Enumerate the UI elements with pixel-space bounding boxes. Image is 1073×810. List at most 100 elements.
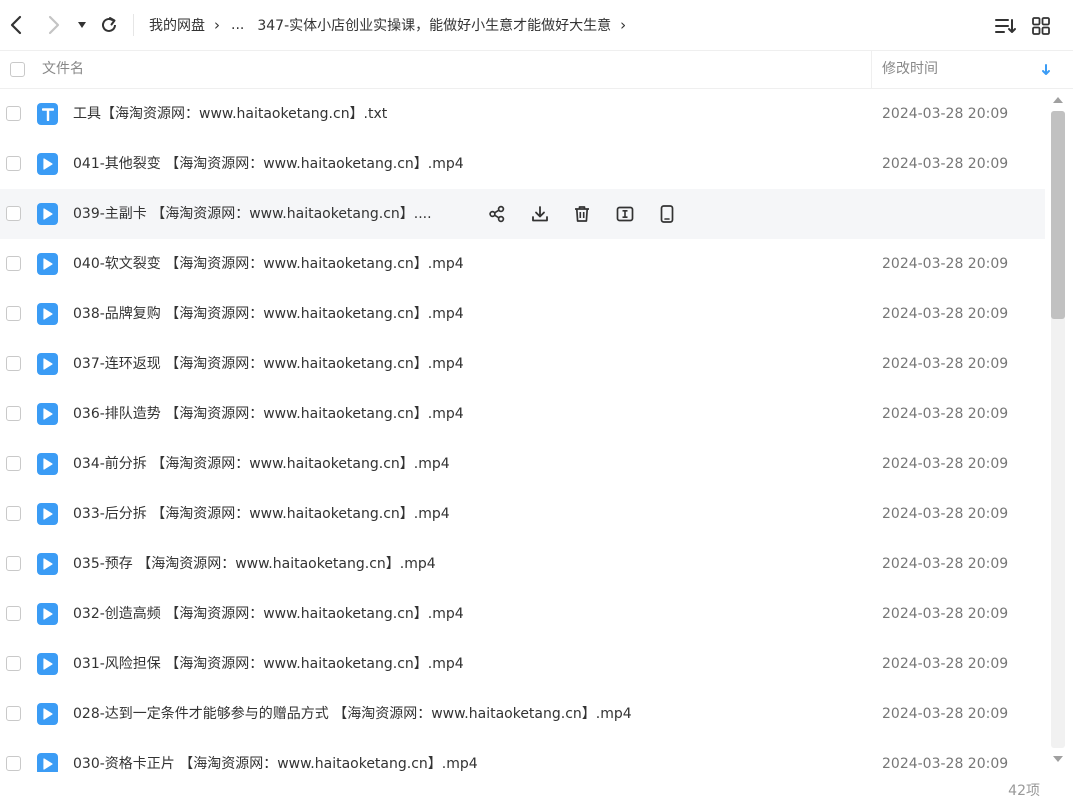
- select-all-checkbox[interactable]: [10, 62, 25, 77]
- file-name[interactable]: 028-达到一定条件才能够参与的赠品方式 【海淘资源网：www.haitaoke…: [73, 689, 632, 739]
- breadcrumb-separator-icon: ›: [620, 16, 627, 34]
- row-checkbox[interactable]: [6, 506, 21, 521]
- toolbar-divider: [133, 14, 134, 36]
- status-bar: 42项: [0, 772, 1073, 810]
- file-row[interactable]: 040-软文裂变 【海淘资源网：www.haitaoketang.cn】.mp4…: [0, 239, 1045, 289]
- file-list: 工具【海淘资源网：www.haitaoketang.cn】.txt 2024-03…: [0, 89, 1045, 772]
- file-modified-time: 2024-03-28 20:09: [882, 306, 1009, 322]
- forward-icon[interactable]: [42, 13, 66, 37]
- rename-icon[interactable]: [614, 203, 636, 225]
- video-file-icon: [37, 553, 58, 575]
- file-name[interactable]: 033-后分拆 【海淘资源网：www.haitaoketang.cn】.mp4: [73, 489, 450, 539]
- back-icon[interactable]: [4, 13, 28, 37]
- file-modified-time: 2024-03-28 20:09: [882, 656, 1009, 672]
- file-name[interactable]: 031-风险担保 【海淘资源网：www.haitaoketang.cn】.mp4: [73, 639, 464, 689]
- video-file-icon: [37, 203, 58, 225]
- file-row[interactable]: 035-预存 【海淘资源网：www.haitaoketang.cn】.mp4 20…: [0, 539, 1045, 589]
- file-modified-time: 2024-03-28 20:09: [882, 756, 1009, 772]
- download-icon[interactable]: [529, 203, 551, 225]
- row-checkbox[interactable]: [6, 106, 21, 121]
- sort-descending-icon[interactable]: [1039, 62, 1053, 76]
- file-modified-time: 2024-03-28 20:09: [882, 556, 1009, 572]
- file-name[interactable]: 037-连环返现 【海淘资源网：www.haitaoketang.cn】.mp4: [73, 339, 464, 389]
- breadcrumb-current-folder[interactable]: 347-实体小店创业实操课，能做好小生意才能做好大生意: [257, 15, 611, 35]
- video-file-icon: [37, 453, 58, 475]
- video-file-icon: [37, 703, 58, 725]
- file-name[interactable]: 035-预存 【海淘资源网：www.haitaoketang.cn】.mp4: [73, 539, 436, 589]
- file-row[interactable]: 039-主副卡 【海淘资源网：www.haitaoketang.cn】....: [0, 189, 1045, 239]
- video-file-icon: [37, 253, 58, 275]
- file-row[interactable]: 037-连环返现 【海淘资源网：www.haitaoketang.cn】.mp4…: [0, 339, 1045, 389]
- file-modified-time: 2024-03-28 20:09: [882, 706, 1009, 722]
- video-file-icon: [37, 303, 58, 325]
- column-header-modified-time[interactable]: 修改时间: [882, 51, 938, 88]
- row-checkbox[interactable]: [6, 156, 21, 171]
- row-checkbox[interactable]: [6, 356, 21, 371]
- file-name[interactable]: 040-软文裂变 【海淘资源网：www.haitaoketang.cn】.mp4: [73, 239, 464, 289]
- row-checkbox[interactable]: [6, 606, 21, 621]
- row-checkbox[interactable]: [6, 756, 21, 771]
- file-row[interactable]: 036-排队造势 【海淘资源网：www.haitaoketang.cn】.mp4…: [0, 389, 1045, 439]
- file-row[interactable]: 033-后分拆 【海淘资源网：www.haitaoketang.cn】.mp4 2…: [0, 489, 1045, 539]
- file-name[interactable]: 036-排队造势 【海淘资源网：www.haitaoketang.cn】.mp4: [73, 389, 464, 439]
- row-checkbox[interactable]: [6, 406, 21, 421]
- mobile-icon[interactable]: [656, 203, 678, 225]
- file-modified-time: 2024-03-28 20:09: [882, 506, 1009, 522]
- file-name[interactable]: 041-其他裂变 【海淘资源网：www.haitaoketang.cn】.mp4: [73, 139, 464, 189]
- file-row[interactable]: 031-风险担保 【海淘资源网：www.haitaoketang.cn】.mp4…: [0, 639, 1045, 689]
- column-divider[interactable]: [871, 51, 872, 88]
- file-modified-time: 2024-03-28 20:09: [882, 406, 1009, 422]
- breadcrumb-root[interactable]: 我的网盘: [149, 15, 205, 35]
- refresh-icon[interactable]: [97, 13, 121, 37]
- file-modified-time: 2024-03-28 20:09: [882, 606, 1009, 622]
- file-name[interactable]: 034-前分拆 【海淘资源网：www.haitaoketang.cn】.mp4: [73, 439, 450, 489]
- row-checkbox[interactable]: [6, 706, 21, 721]
- file-name[interactable]: 030-资格卡正片 【海淘资源网：www.haitaoketang.cn】.mp…: [73, 739, 478, 772]
- row-checkbox[interactable]: [6, 256, 21, 271]
- row-checkbox[interactable]: [6, 556, 21, 571]
- file-row[interactable]: 032-创造高频 【海淘资源网：www.haitaoketang.cn】.mp4…: [0, 589, 1045, 639]
- file-row[interactable]: 030-资格卡正片 【海淘资源网：www.haitaoketang.cn】.mp…: [0, 739, 1045, 772]
- video-file-icon: [37, 353, 58, 375]
- file-row[interactable]: 038-品牌复购 【海淘资源网：www.haitaoketang.cn】.mp4…: [0, 289, 1045, 339]
- video-file-icon: [37, 403, 58, 425]
- file-name[interactable]: 038-品牌复购 【海淘资源网：www.haitaoketang.cn】.mp4: [73, 289, 464, 339]
- delete-icon[interactable]: [571, 203, 593, 225]
- column-header: 文件名 修改时间: [0, 50, 1073, 89]
- row-checkbox[interactable]: [6, 456, 21, 471]
- breadcrumb-ellipsis[interactable]: ...: [231, 17, 244, 33]
- history-dropdown-icon[interactable]: [71, 13, 93, 37]
- video-file-icon: [37, 753, 58, 772]
- file-row[interactable]: 034-前分拆 【海淘资源网：www.haitaoketang.cn】.mp4 2…: [0, 439, 1045, 489]
- file-name[interactable]: 039-主副卡 【海淘资源网：www.haitaoketang.cn】....: [73, 189, 432, 239]
- file-modified-time: 2024-03-28 20:09: [882, 356, 1009, 372]
- column-header-name[interactable]: 文件名: [42, 51, 84, 88]
- file-modified-time: 2024-03-28 20:09: [882, 106, 1009, 122]
- scrollbar-thumb[interactable]: [1051, 111, 1065, 319]
- file-row[interactable]: 041-其他裂变 【海淘资源网：www.haitaoketang.cn】.mp4…: [0, 139, 1045, 189]
- breadcrumb-separator-icon: ›: [214, 16, 220, 34]
- scroll-down-icon[interactable]: [1051, 754, 1065, 764]
- video-file-icon: [37, 503, 58, 525]
- text-file-icon: [37, 103, 58, 125]
- scrollbar[interactable]: [1047, 89, 1069, 772]
- file-name[interactable]: 032-创造高频 【海淘资源网：www.haitaoketang.cn】.mp4: [73, 589, 464, 639]
- file-name[interactable]: 工具【海淘资源网：www.haitaoketang.cn】.txt: [73, 89, 387, 139]
- sort-list-icon[interactable]: [994, 14, 1018, 38]
- grid-view-icon[interactable]: [1029, 14, 1053, 38]
- item-count: 42项: [1008, 783, 1040, 799]
- file-modified-time: 2024-03-28 20:09: [882, 256, 1009, 272]
- scroll-up-icon[interactable]: [1051, 95, 1065, 105]
- row-checkbox[interactable]: [6, 206, 21, 221]
- video-file-icon: [37, 653, 58, 675]
- share-icon[interactable]: [486, 203, 508, 225]
- file-modified-time: 2024-03-28 20:09: [882, 156, 1009, 172]
- row-checkbox[interactable]: [6, 306, 21, 321]
- file-row[interactable]: 工具【海淘资源网：www.haitaoketang.cn】.txt 2024-03…: [0, 89, 1045, 139]
- row-checkbox[interactable]: [6, 656, 21, 671]
- breadcrumb: 我的网盘 › ... 347-实体小店创业实操课，能做好小生意才能做好大生意 ›: [149, 0, 637, 50]
- file-row[interactable]: 028-达到一定条件才能够参与的赠品方式 【海淘资源网：www.haitaoke…: [0, 689, 1045, 739]
- video-file-icon: [37, 603, 58, 625]
- file-modified-time: 2024-03-28 20:09: [882, 456, 1009, 472]
- toolbar: 我的网盘 › ... 347-实体小店创业实操课，能做好小生意才能做好大生意 ›: [0, 0, 1073, 50]
